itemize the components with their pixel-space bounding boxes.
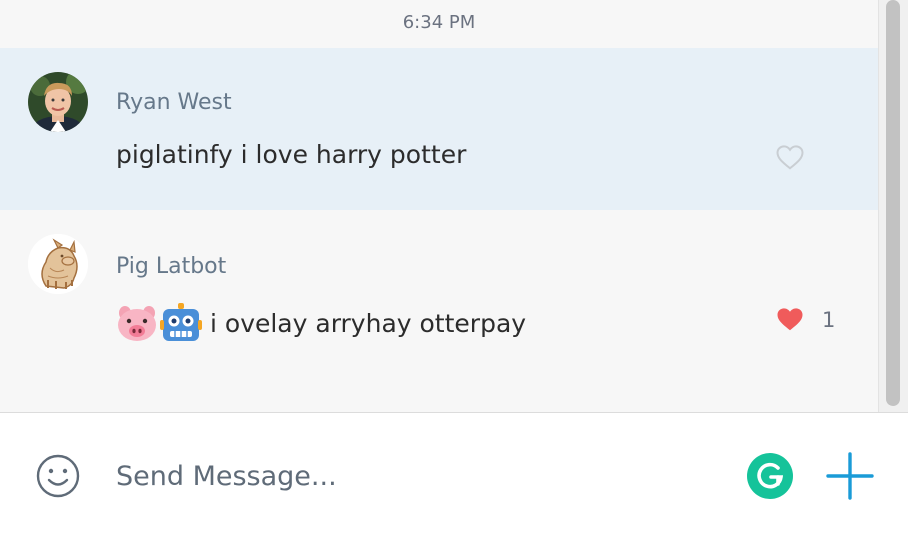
add-attachment-icon[interactable] (826, 452, 874, 500)
message-text-row: i ovelay arryhay otterpay (116, 302, 526, 344)
heart-filled-icon[interactable] (775, 304, 805, 334)
pig-face-emoji (118, 306, 156, 341)
robot-face-emoji (160, 303, 202, 341)
heart-outline-icon[interactable] (775, 142, 805, 172)
avatar[interactable] (28, 234, 88, 294)
message-item[interactable]: Pig Latbot i ovelay arryhay otterpay 1 (0, 210, 878, 370)
emoji-picker-icon[interactable] (35, 453, 81, 499)
user-photo-icon (28, 72, 88, 132)
message-list: 6:34 PM Ryan West piglatinfy i love harr… (0, 0, 878, 412)
grammarly-button[interactable] (747, 453, 793, 499)
message-author[interactable]: Pig Latbot (116, 254, 226, 279)
message-input[interactable] (116, 453, 716, 499)
pig-sketch-icon (28, 234, 88, 294)
grammarly-icon (757, 462, 784, 489)
message-item[interactable]: Ryan West piglatinfy i love harry potter (0, 48, 878, 210)
message-composer (0, 412, 908, 535)
message-timestamp: 6:34 PM (402, 12, 476, 33)
avatar[interactable] (28, 72, 88, 132)
message-author[interactable]: Ryan West (116, 90, 232, 115)
like-count: 1 (822, 308, 836, 332)
message-text: piglatinfy i love harry potter (116, 140, 467, 169)
scrollbar-thumb[interactable] (886, 0, 900, 406)
message-text: i ovelay arryhay otterpay (210, 308, 527, 338)
